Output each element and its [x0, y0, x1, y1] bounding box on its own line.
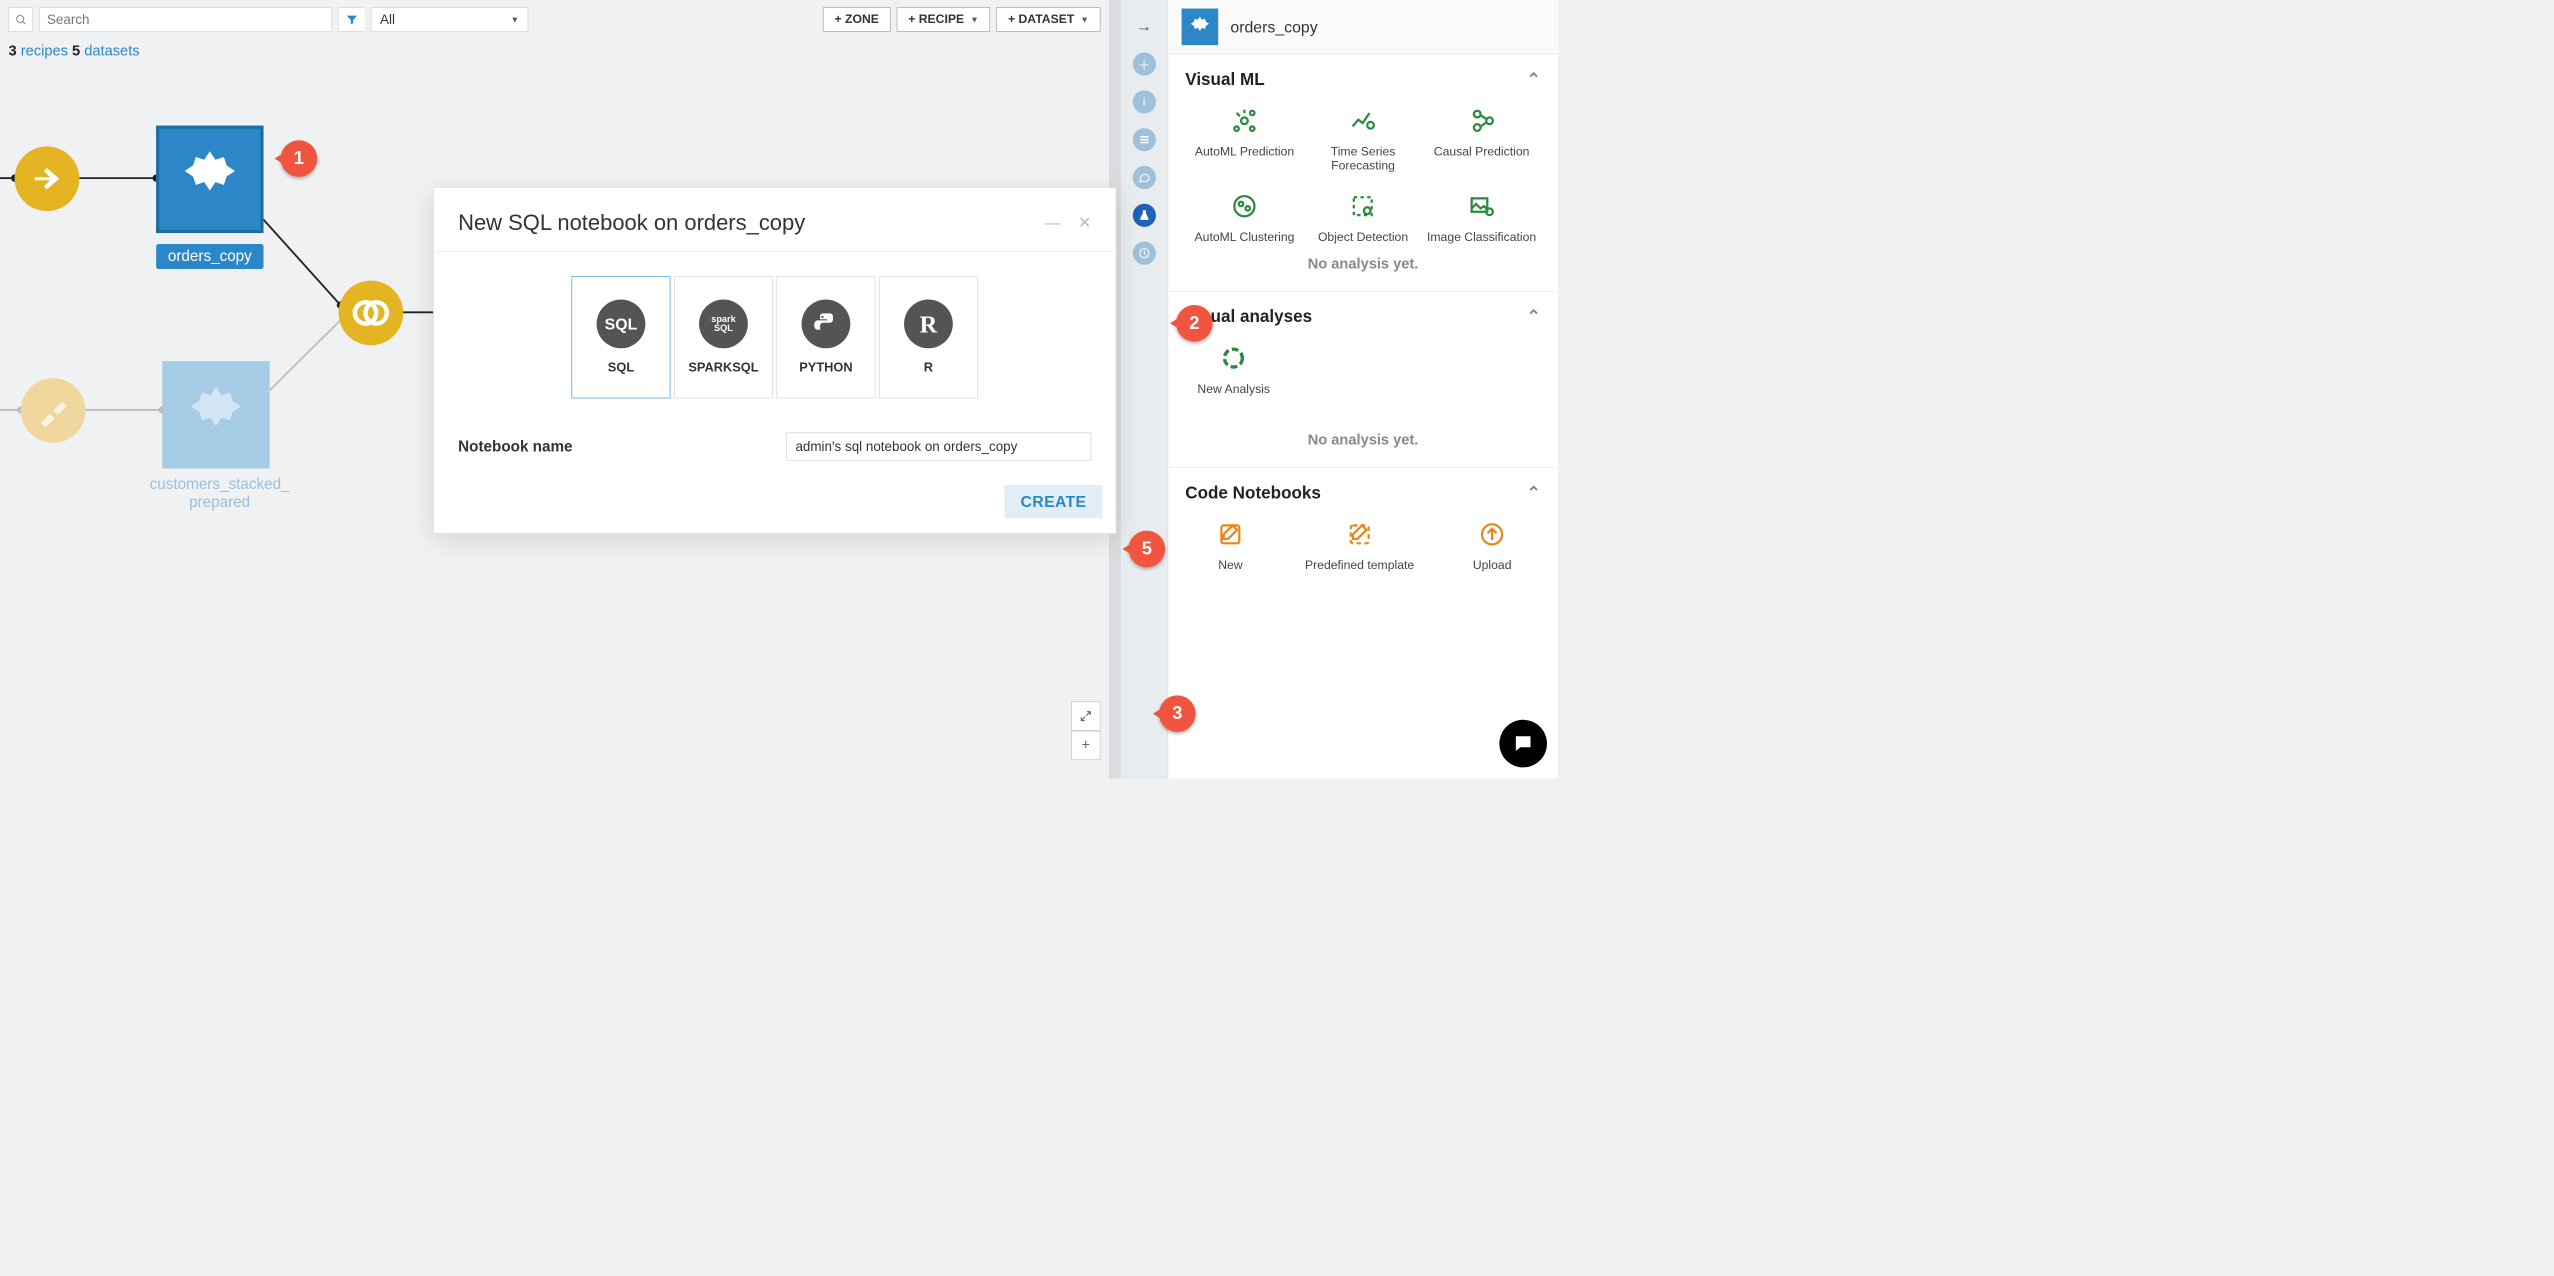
object-detection-icon: [1347, 190, 1379, 222]
history-icon[interactable]: [1132, 242, 1155, 265]
clustering-icon: [1229, 190, 1261, 222]
datasets-count: 5: [72, 43, 80, 59]
notebook-type-sql[interactable]: SQL SQL: [572, 276, 671, 398]
python-icon: [802, 300, 851, 349]
sql-icon: SQL: [597, 300, 646, 349]
right-panel-title: orders_copy: [1230, 17, 1317, 36]
automl-clustering-button[interactable]: AutoML Clustering: [1185, 190, 1304, 244]
upload-icon: [1476, 519, 1508, 551]
filter-icon[interactable]: [338, 7, 365, 31]
sync-recipe-node[interactable]: [15, 146, 80, 211]
expand-panel-icon[interactable]: →: [1132, 15, 1155, 38]
customers-stacked-label: customers_stacked_ prepared: [134, 476, 305, 511]
add-icon[interactable]: ＋: [1132, 52, 1155, 75]
chevron-down-icon: ▼: [1080, 15, 1088, 25]
chat-bubble[interactable]: [1499, 720, 1547, 768]
list-icon[interactable]: [1132, 128, 1155, 151]
recipes-count: 3: [9, 43, 17, 59]
predefined-template-icon: [1344, 519, 1376, 551]
callout-2: 2: [1176, 305, 1213, 342]
customers-stacked-prepared-node[interactable]: [162, 361, 269, 468]
chevron-up-icon[interactable]: ⌃: [1527, 483, 1541, 503]
zoom-in-button[interactable]: +: [1071, 731, 1100, 760]
datasets-link[interactable]: datasets: [84, 43, 139, 59]
comment-icon[interactable]: [1132, 166, 1155, 189]
add-dataset-button[interactable]: + DATASET▼: [996, 7, 1100, 31]
new-analysis-button[interactable]: New Analysis: [1197, 342, 1270, 396]
right-panel: orders_copy Visual ML ⌃ AutoML Predictio…: [1168, 0, 1558, 778]
create-button[interactable]: CREATE: [1005, 485, 1103, 519]
search-input[interactable]: [39, 7, 332, 31]
right-icon-strip: → ＋ i: [1120, 0, 1168, 778]
orders-copy-dataset-node[interactable]: [156, 126, 263, 233]
new-notebook-modal: New SQL notebook on orders_copy — ✕ SQL …: [433, 187, 1116, 533]
chevron-up-icon[interactable]: ⌃: [1527, 306, 1541, 326]
automl-prediction-button[interactable]: AutoML Prediction: [1185, 105, 1304, 173]
add-zone-button[interactable]: + ZONE: [823, 7, 891, 31]
predefined-template-button[interactable]: Predefined template: [1305, 519, 1414, 573]
callout-3: 3: [1159, 695, 1196, 732]
visual-ml-title: Visual ML: [1185, 69, 1264, 89]
minimize-icon[interactable]: —: [1045, 213, 1061, 232]
image-classification-button[interactable]: Image Classification: [1422, 190, 1541, 244]
notebook-type-python[interactable]: PYTHON: [777, 276, 876, 398]
filter-dropdown[interactable]: All ▼: [371, 7, 528, 31]
zoom-controls: +: [1071, 702, 1100, 761]
right-panel-header: orders_copy: [1168, 0, 1558, 54]
flow-counts: 3 recipes 5 datasets: [0, 39, 1109, 63]
callout-1: 1: [281, 140, 318, 177]
notebook-name-label: Notebook name: [458, 438, 572, 456]
chevron-down-icon: ▼: [970, 15, 978, 25]
notebook-name-input[interactable]: [786, 432, 1091, 460]
visual-ml-empty: No analysis yet.: [1185, 245, 1541, 277]
join-recipe-node[interactable]: [339, 281, 404, 346]
close-icon[interactable]: ✕: [1078, 213, 1091, 232]
new-analysis-icon: [1218, 342, 1250, 374]
notebook-type-r[interactable]: R R: [879, 276, 978, 398]
timeseries-forecasting-button[interactable]: Time Series Forecasting: [1304, 105, 1423, 173]
notebook-type-sparksql[interactable]: sparkSQL SPARKSQL: [674, 276, 773, 398]
zoom-fit-button[interactable]: [1071, 702, 1100, 731]
r-icon: R: [904, 300, 953, 349]
callout-5: 5: [1129, 531, 1166, 568]
search-icon[interactable]: [9, 7, 33, 31]
top-toolbar: All ▼ + ZONE + RECIPE▼ + DATASET▼: [0, 0, 1109, 39]
new-notebook-icon: [1215, 519, 1247, 551]
info-icon[interactable]: i: [1132, 90, 1155, 113]
lab-icon[interactable]: [1132, 204, 1155, 227]
new-notebook-button[interactable]: New: [1215, 519, 1247, 573]
code-notebooks-title: Code Notebooks: [1185, 483, 1321, 503]
prepare-recipe-node[interactable]: [21, 378, 86, 443]
causal-prediction-button[interactable]: Causal Prediction: [1422, 105, 1541, 173]
add-recipe-button[interactable]: + RECIPE▼: [897, 7, 991, 31]
orders-copy-label: orders_copy: [156, 244, 263, 269]
object-detection-button[interactable]: Object Detection: [1304, 190, 1423, 244]
upload-notebook-button[interactable]: Upload: [1473, 519, 1512, 573]
modal-title: New SQL notebook on orders_copy: [458, 210, 805, 236]
recipes-link[interactable]: recipes: [21, 43, 68, 59]
visual-analyses-section: Visual analyses ⌃ New Analysis No analys…: [1168, 292, 1558, 468]
filter-dropdown-label: All: [380, 12, 395, 28]
chevron-down-icon: ▼: [511, 15, 519, 25]
image-classification-icon: [1466, 190, 1498, 222]
causal-icon: [1466, 105, 1498, 137]
code-notebooks-section: Code Notebooks ⌃ New Predefined template…: [1168, 468, 1558, 588]
automl-prediction-icon: [1229, 105, 1261, 137]
visual-ml-section: Visual ML ⌃ AutoML Prediction Time Serie…: [1168, 54, 1558, 291]
sparksql-icon: sparkSQL: [699, 300, 748, 349]
visual-analyses-empty: No analysis yet.: [1185, 421, 1541, 453]
timeseries-icon: [1347, 105, 1379, 137]
chevron-up-icon[interactable]: ⌃: [1527, 69, 1541, 89]
dataset-icon: [1182, 9, 1219, 46]
